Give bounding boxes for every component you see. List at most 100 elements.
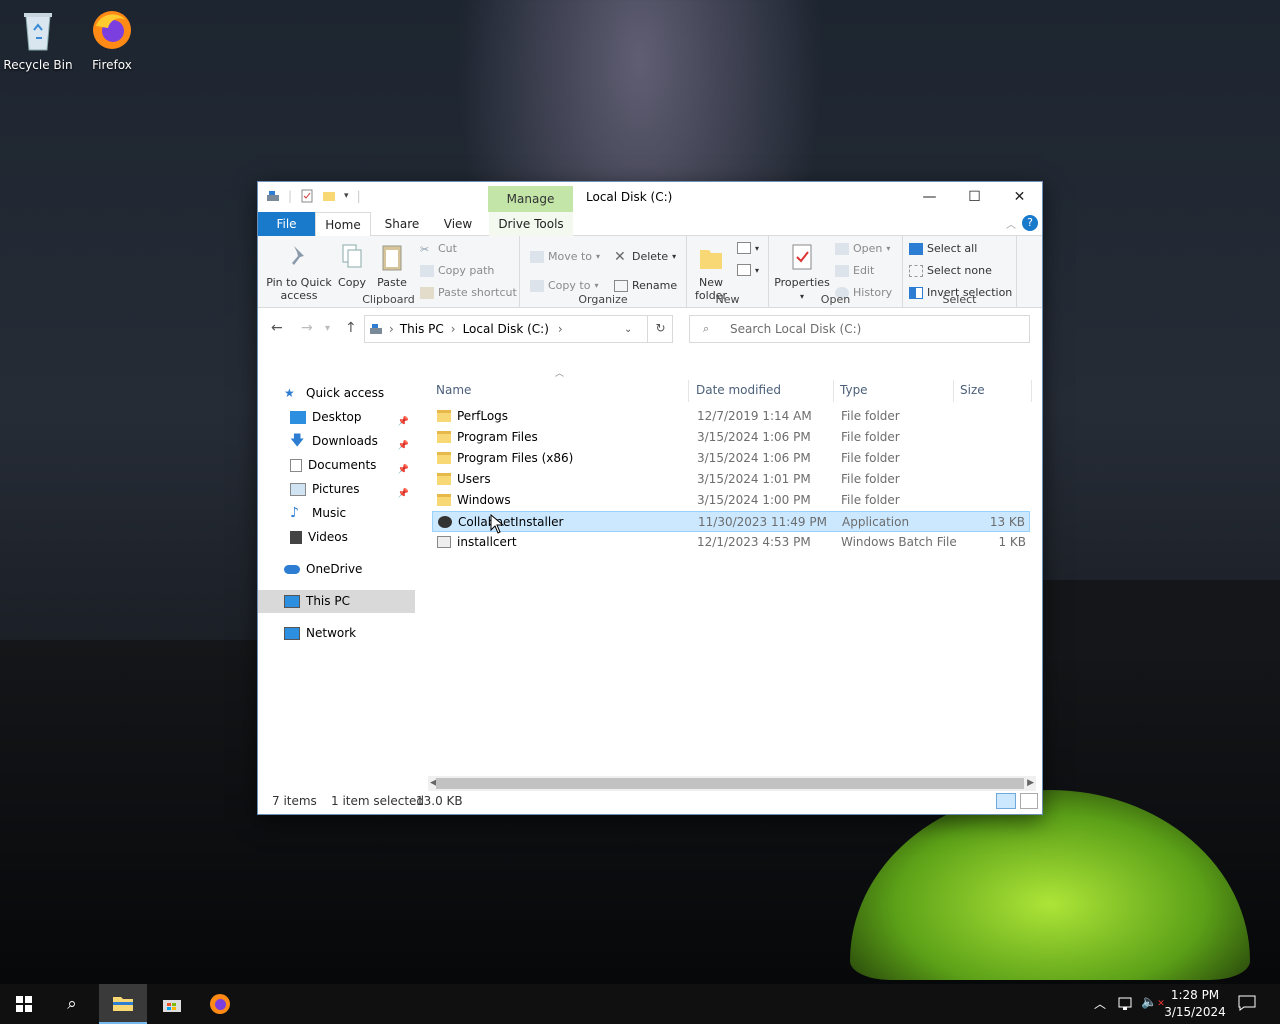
search-taskbar-icon[interactable]: ⌕ [48,984,96,1024]
cut-button[interactable]: ✂ Cut [420,242,457,256]
file-row[interactable]: Windows 3/15/2024 1:00 PM File folder [432,490,1030,511]
help-icon[interactable]: ? [1022,215,1038,231]
nav-onedrive[interactable]: OneDrive [258,558,415,581]
address-dropdown-icon[interactable]: ⌄ [624,324,632,335]
scrollbar-thumb[interactable] [436,778,1024,789]
file-list: ︿ Name Date modified Type Size PerfLogs 1… [428,369,1036,776]
star-icon: ★ [284,386,295,400]
folder-icon [437,410,451,422]
details-view-icon[interactable] [996,793,1016,809]
nav-downloads[interactable]: 🡇 Downloads 📌 [258,430,415,453]
file-row[interactable]: Program Files (x86) 3/15/2024 1:06 PM File… [432,448,1030,469]
tab-share[interactable]: Share [376,212,428,236]
copy-to-icon [530,279,544,292]
tab-view[interactable]: View [432,212,484,236]
tab-drive-tools[interactable]: Drive Tools [489,212,573,236]
properties-qat-icon[interactable] [300,189,314,203]
tab-home[interactable]: Home [315,212,371,237]
properties-icon [792,244,812,270]
select-none-button[interactable]: Select none [909,264,992,277]
address-bar-row: ← → ▾ ↑ › This PC › Local Disk (C:) › ⌄ … [258,308,1042,348]
recent-locations-icon[interactable]: ▾ [325,323,330,334]
address-bar[interactable]: › This PC › Local Disk (C:) › ⌄ [364,315,673,343]
copy-path-icon [420,264,434,277]
copy-path-button[interactable]: Copy path [420,264,494,277]
new-folder-icon [700,250,722,269]
tab-file[interactable]: File [258,212,315,236]
up-icon[interactable]: ↑ [345,320,357,336]
horizontal-scrollbar[interactable]: ◀ ▶ [428,776,1036,791]
open-button[interactable]: Open ▾ [835,242,890,255]
nav-music[interactable]: ♪ Music [258,502,415,525]
breadcrumb-this-pc[interactable]: This PC [400,322,444,336]
desktop-icon-recycle-bin[interactable]: Recycle Bin [0,8,76,72]
paste-button[interactable]: Paste [374,242,410,289]
column-header-date[interactable]: Date modified [696,378,781,402]
back-icon[interactable]: ← [271,320,283,336]
large-icons-view-icon[interactable] [1020,793,1038,809]
group-clipboard: Pin to Quick access Copy Paste ✂ Cut Copy… [258,236,520,308]
tab-manage[interactable]: Manage [488,186,573,212]
new-item-button[interactable]: ▾ [737,242,759,254]
file-row[interactable]: PerfLogs 12/7/2019 1:14 AM File folder [432,406,1030,427]
minimize-button[interactable]: — [907,182,952,212]
clock[interactable]: 1:28 PM 3/15/2024 [1163,987,1227,1024]
nav-desktop[interactable]: Desktop 📌 [258,406,415,429]
group-label-new: New [715,293,740,306]
file-row[interactable]: CollabnetInstaller 11/30/2023 11:49 PM App… [432,511,1030,532]
rename-button[interactable]: Rename [614,279,677,292]
nav-quick-access[interactable]: ★ Quick access [258,382,415,405]
file-row[interactable]: Users 3/15/2024 1:01 PM File folder [432,469,1030,490]
copy-button[interactable]: Copy [334,242,370,289]
delete-button[interactable]: ✕ Delete ▾ [614,248,676,265]
file-type: File folder [841,451,900,465]
nav-network[interactable]: Network [258,622,415,645]
collapse-ribbon-icon[interactable]: ︿ [1006,216,1016,231]
customize-qat-icon[interactable]: ▾ [344,191,349,201]
copy-to-button[interactable]: Copy to ▾ [530,279,598,292]
refresh-icon[interactable]: ↻ [647,315,673,343]
select-none-icon [909,264,923,277]
scroll-right-icon[interactable]: ▶ [1027,776,1034,791]
taskbar-firefox[interactable] [196,984,244,1024]
maximize-button[interactable]: ☐ [952,182,997,212]
delete-x-icon: ✕ [614,248,626,265]
column-header-type[interactable]: Type [840,378,868,402]
status-item-count: 7 items [272,794,317,808]
drive-icon[interactable] [266,190,280,202]
file-size: 13 KB [989,515,1025,529]
file-date: 12/7/2019 1:14 AM [697,409,812,423]
forward-icon[interactable]: → [301,320,313,336]
sort-ascending-icon: ︿ [555,369,565,379]
desktop-icon [290,411,306,424]
network-tray-icon[interactable] [1117,996,1133,1024]
nav-this-pc[interactable]: This PC [258,590,415,613]
action-center-icon[interactable] [1238,995,1256,1024]
edit-button[interactable]: Edit [835,264,874,277]
file-row[interactable]: installcert 12/1/2023 4:53 PM Windows Batc… [432,532,1030,553]
mouse-cursor-icon [490,514,504,534]
firefox-icon [210,994,230,1014]
nav-videos[interactable]: Videos [258,526,415,549]
move-to-button[interactable]: Move to ▾ [530,250,600,263]
easy-access-button[interactable]: ▾ [737,264,759,276]
taskbar-file-explorer[interactable] [99,984,147,1024]
nav-documents[interactable]: Documents 📌 [258,454,415,477]
start-button[interactable] [0,984,48,1024]
folder-icon [437,431,451,443]
desktop-icon-firefox[interactable]: Firefox [74,8,150,72]
volume-muted-icon[interactable]: 🔈✕ [1141,995,1165,1024]
breadcrumb-local-disk[interactable]: Local Disk (C:) [463,322,549,336]
window-title: Local Disk (C:) [586,190,673,204]
new-folder-qat-icon[interactable] [322,190,336,202]
column-header-size[interactable]: Size [960,378,985,402]
search-input[interactable]: Search Local Disk (C:) [689,315,1030,343]
file-row[interactable]: Program Files 3/15/2024 1:06 PM File folde… [432,427,1030,448]
taskbar-store[interactable] [148,984,196,1024]
column-header-name[interactable]: Name [436,378,471,402]
select-all-button[interactable]: Select all [909,242,977,255]
show-hidden-icons-icon[interactable]: ︿ [1094,995,1106,1024]
file-type: File folder [841,472,900,486]
close-button[interactable]: ✕ [997,182,1042,212]
nav-pictures[interactable]: Pictures 📌 [258,478,415,501]
